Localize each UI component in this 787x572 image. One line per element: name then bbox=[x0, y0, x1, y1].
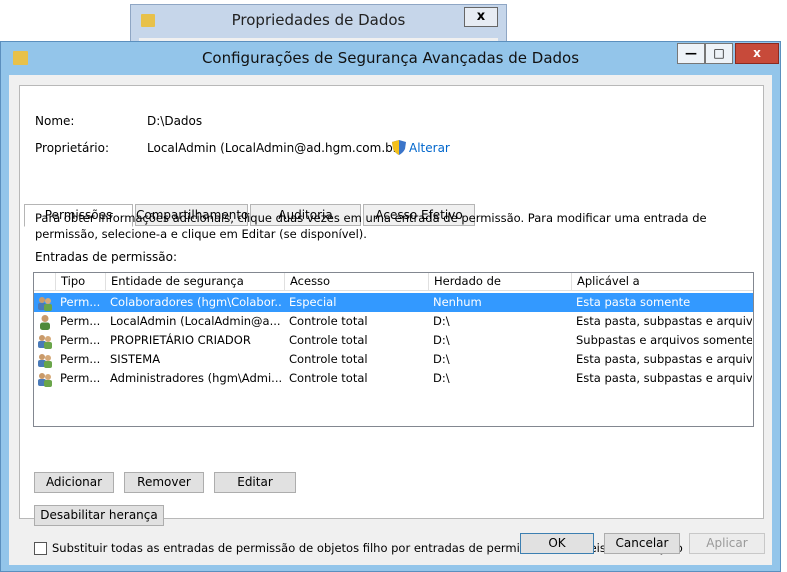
cell-entidade: Colaboradores (hgm\Colabor... bbox=[110, 295, 282, 309]
user-icon bbox=[40, 315, 50, 330]
cell-tipo: Perm... bbox=[60, 314, 101, 328]
column-header-tipo[interactable]: Tipo bbox=[55, 273, 105, 291]
cell-acesso: Controle total bbox=[289, 333, 368, 347]
close-button[interactable]: x bbox=[735, 43, 779, 64]
column-header-herdado[interactable]: Herdado de bbox=[428, 273, 571, 291]
name-value: D:\Dados bbox=[147, 114, 203, 128]
remove-button[interactable]: Remover bbox=[124, 472, 204, 493]
cell-acesso: Controle total bbox=[289, 352, 368, 366]
cell-tipo: Perm... bbox=[60, 371, 101, 385]
advanced-security-window: Configurações de Segurança Avançadas de … bbox=[0, 41, 781, 572]
cell-acesso: Controle total bbox=[289, 371, 368, 385]
cell-aplicavel: Esta pasta, subpastas e arquivos bbox=[576, 314, 752, 328]
table-row[interactable]: Perm... Colaboradores (hgm\Colabor... Es… bbox=[34, 293, 753, 312]
cell-entidade: LocalAdmin (LocalAdmin@a... bbox=[110, 314, 281, 328]
group-icon bbox=[38, 297, 52, 311]
cell-entidade: Administradores (hgm\Admi... bbox=[110, 371, 282, 385]
cell-tipo: Perm... bbox=[60, 333, 101, 347]
description-text: Para obter informações adicionais, cliqu… bbox=[35, 211, 707, 241]
owner-label: Proprietário: bbox=[35, 141, 110, 155]
add-button[interactable]: Adicionar bbox=[34, 472, 114, 493]
ok-button[interactable]: OK bbox=[520, 533, 594, 554]
cell-entidade: PROPRIETÁRIO CRIADOR bbox=[110, 333, 251, 347]
cell-herdado: D:\ bbox=[433, 352, 450, 366]
name-label: Nome: bbox=[35, 114, 75, 128]
entries-label: Entradas de permissão: bbox=[35, 250, 178, 264]
cell-aplicavel: Esta pasta, subpastas e arquivos bbox=[576, 352, 752, 366]
cell-herdado: D:\ bbox=[433, 314, 450, 328]
permission-entries-table: Tipo Entidade de segurança Acesso Herdad… bbox=[33, 272, 754, 427]
background-close-button[interactable]: x bbox=[464, 7, 498, 27]
table-row[interactable]: Perm... Administradores (hgm\Admi... Con… bbox=[34, 369, 753, 388]
cell-herdado: Nenhum bbox=[433, 295, 482, 309]
owner-value: LocalAdmin (LocalAdmin@ad.hgm.com.br) bbox=[147, 141, 403, 155]
cell-tipo: Perm... bbox=[60, 352, 101, 366]
cell-aplicavel: Esta pasta, subpastas e arquivos bbox=[576, 371, 752, 385]
table-header: Tipo Entidade de segurança Acesso Herdad… bbox=[34, 273, 753, 291]
cell-herdado: D:\ bbox=[433, 333, 450, 347]
column-header-acesso[interactable]: Acesso bbox=[284, 273, 428, 291]
uac-shield-icon bbox=[392, 140, 406, 155]
cell-tipo: Perm... bbox=[60, 295, 101, 309]
table-row[interactable]: Perm... LocalAdmin (LocalAdmin@a... Cont… bbox=[34, 312, 753, 331]
change-owner-link[interactable]: Alterar bbox=[409, 141, 450, 155]
background-window-title: Propriedades de Dados bbox=[231, 11, 406, 29]
cell-acesso: Controle total bbox=[289, 314, 368, 328]
edit-button[interactable]: Editar bbox=[214, 472, 296, 493]
table-row[interactable]: Perm... PROPRIETÁRIO CRIADOR Controle to… bbox=[34, 331, 753, 350]
group-icon bbox=[38, 373, 52, 387]
cell-aplicavel: Subpastas e arquivos somente bbox=[576, 333, 752, 347]
group-icon bbox=[38, 335, 52, 349]
cancel-button[interactable]: Cancelar bbox=[604, 533, 680, 554]
minimize-button[interactable]: — bbox=[677, 43, 705, 64]
content-panel: Nome: D:\Dados Proprietário: LocalAdmin … bbox=[19, 85, 764, 555]
window-client-area: Nome: D:\Dados Proprietário: LocalAdmin … bbox=[9, 75, 772, 565]
cell-aplicavel: Esta pasta somente bbox=[576, 295, 691, 309]
cell-acesso: Especial bbox=[289, 295, 337, 309]
group-icon bbox=[38, 354, 52, 368]
cell-entidade: SISTEMA bbox=[110, 352, 161, 366]
disable-inheritance-button[interactable]: Desabilitar herança bbox=[34, 505, 164, 526]
window-title: Configurações de Segurança Avançadas de … bbox=[201, 49, 580, 67]
column-header-entidade[interactable]: Entidade de segurança bbox=[105, 273, 284, 291]
column-header-aplicavel[interactable]: Aplicável a bbox=[571, 273, 753, 291]
cell-herdado: D:\ bbox=[433, 371, 450, 385]
replace-child-permissions-checkbox[interactable] bbox=[34, 542, 47, 555]
maximize-button[interactable]: □ bbox=[705, 43, 733, 64]
table-row[interactable]: Perm... SISTEMA Controle total D:\ Esta … bbox=[34, 350, 753, 369]
apply-button[interactable]: Aplicar bbox=[689, 533, 765, 554]
